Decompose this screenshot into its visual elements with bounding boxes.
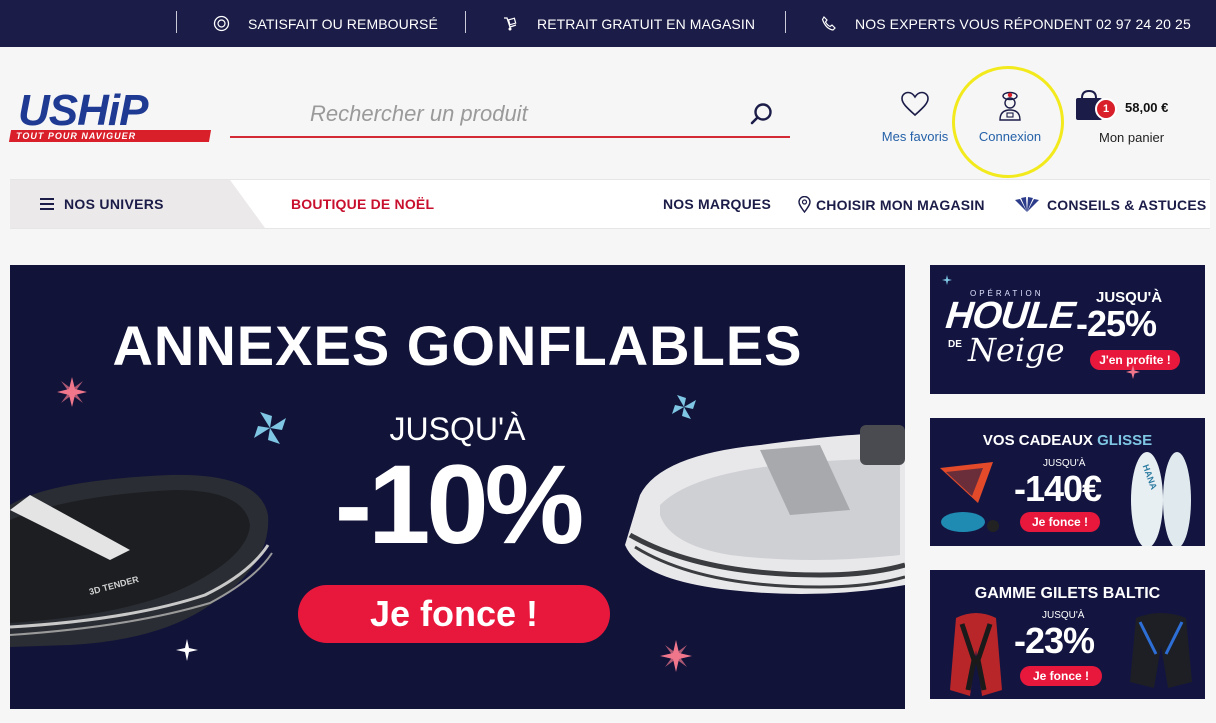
experts-item[interactable]: NOS EXPERTS VOUS RÉPONDENT 02 97 24 20 2… (820, 0, 1191, 47)
uship-logo[interactable]: USHiP TOUT POUR NAVIGUER (8, 86, 212, 144)
search-bar (230, 92, 790, 138)
pickup-text: RETRAIT GRATUIT EN MAGASIN (537, 15, 756, 32)
hero-cta-button[interactable]: Je fonce ! (298, 585, 610, 643)
search-icon[interactable] (748, 100, 776, 128)
login-label: Connexion (978, 129, 1042, 144)
black-life-jacket-image (1130, 613, 1192, 688)
heart-icon (901, 91, 929, 117)
nav-univers-label: NOS UNIVERS (64, 196, 164, 212)
promo3-discount: -23% (1014, 620, 1095, 661)
hero-discount: -10% (334, 442, 584, 567)
blue-pinwheel-icon (254, 412, 286, 444)
promo-cadeaux-glisse[interactable]: VOS CADEAUX GLISSE JUSQU'À -140€ Je fonc… (930, 418, 1205, 546)
pink-flake-icon (57, 377, 87, 407)
divider (785, 11, 786, 33)
experts-text: NOS EXPERTS VOUS RÉPONDENT 02 97 24 20 2… (855, 15, 1191, 32)
cart-count-badge: 1 (1095, 98, 1117, 120)
logo-wordmark: USHiP (18, 86, 148, 135)
trolley-icon (504, 17, 517, 31)
main-nav: NOS UNIVERS BOUTIQUE DE NOËL NOS MARQUES… (10, 179, 1210, 229)
logo-band: TOUT POUR NAVIGUER (8, 130, 212, 142)
login-link[interactable]: Connexion (962, 90, 1058, 144)
divider (176, 11, 177, 33)
snowflake-icon (1126, 365, 1140, 379)
top-info-bar: SATISFAIT OU REMBOURSÉ RETRAIT GRATUIT E… (0, 0, 1216, 47)
promo2-discount: -140€ (1014, 468, 1102, 509)
guarantee-text: SATISFAIT OU REMBOURSÉ (248, 15, 438, 32)
promo2-title-text: VOS CADEAUX (982, 432, 1093, 449)
nav-tips-label: CONSEILS & ASTUCES (1047, 196, 1207, 213)
promo1-title-neige: Neige (968, 331, 1065, 369)
location-pin-icon (798, 196, 811, 213)
pickup-item[interactable]: RETRAIT GRATUIT EN MAGASIN (502, 0, 755, 47)
user-sailor-icon (999, 91, 1021, 121)
promo-houle-de-neige[interactable]: OPÉRATION HOULE DE Neige JUSQU'À -25% J'… (930, 265, 1205, 394)
favorites-label: Mes favoris (881, 129, 949, 144)
promo3-title: GAMME GILETS BALTIC (974, 585, 1161, 602)
promo3-cta-button[interactable]: Je fonce ! (1020, 666, 1102, 686)
guarantee-item[interactable]: SATISFAIT OU REMBOURSÉ (213, 0, 438, 47)
logo-tagline: TOUT POUR NAVIGUER (16, 131, 137, 141)
paddle-boards-image: HANA (1131, 452, 1191, 546)
nav-univers-button[interactable]: NOS UNIVERS (10, 180, 265, 228)
divider (465, 11, 466, 33)
favorites-link[interactable]: Mes favoris (876, 90, 954, 144)
snowflake-icon (942, 275, 952, 285)
nav-tips[interactable]: CONSEILS & ASTUCES (1013, 196, 1206, 213)
wing-and-scooter-image (940, 462, 999, 532)
hero-banner[interactable]: 3D TENDER ANNEXES GONFLABLES JUSQU'À -10… (10, 265, 905, 709)
phone-icon (821, 16, 836, 31)
promo2-cta-button[interactable]: Je fonce ! (1020, 512, 1100, 532)
promo2-title-accent: GLISSE (1097, 432, 1153, 449)
promo2-title: VOS CADEAUX GLISSE (930, 432, 1205, 449)
hero-headline: ANNEXES GONFLABLES (112, 314, 803, 377)
promo1-discount: -25% (1076, 303, 1157, 344)
refund-icon (213, 15, 230, 32)
nav-brands[interactable]: NOS MARQUES (663, 196, 771, 212)
nav-christmas-shop[interactable]: BOUTIQUE DE NOËL (291, 196, 434, 212)
red-life-jacket-image (950, 613, 1002, 696)
blue-pinwheel-icon (672, 395, 696, 419)
menu-icon (40, 198, 54, 213)
white-snowflake-icon (176, 639, 198, 661)
promo-gilets-baltic[interactable]: GAMME GILETS BALTIC JUSQU'À -23% Je fonc… (930, 570, 1205, 699)
nav-choose-store[interactable]: CHOISIR MON MAGASIN (798, 196, 985, 213)
cart-label: Mon panier (1099, 130, 1165, 145)
pink-flake-icon (660, 640, 692, 672)
cart-button[interactable]: 1 58,00 € Mon panier (1074, 88, 1194, 148)
tips-fan-icon (1015, 197, 1039, 212)
cart-total: 58,00 € (1125, 100, 1169, 115)
search-input[interactable] (230, 92, 730, 136)
promo1-title-de: DE (948, 339, 962, 350)
nav-choose-store-label: CHOISIR MON MAGASIN (816, 196, 985, 213)
